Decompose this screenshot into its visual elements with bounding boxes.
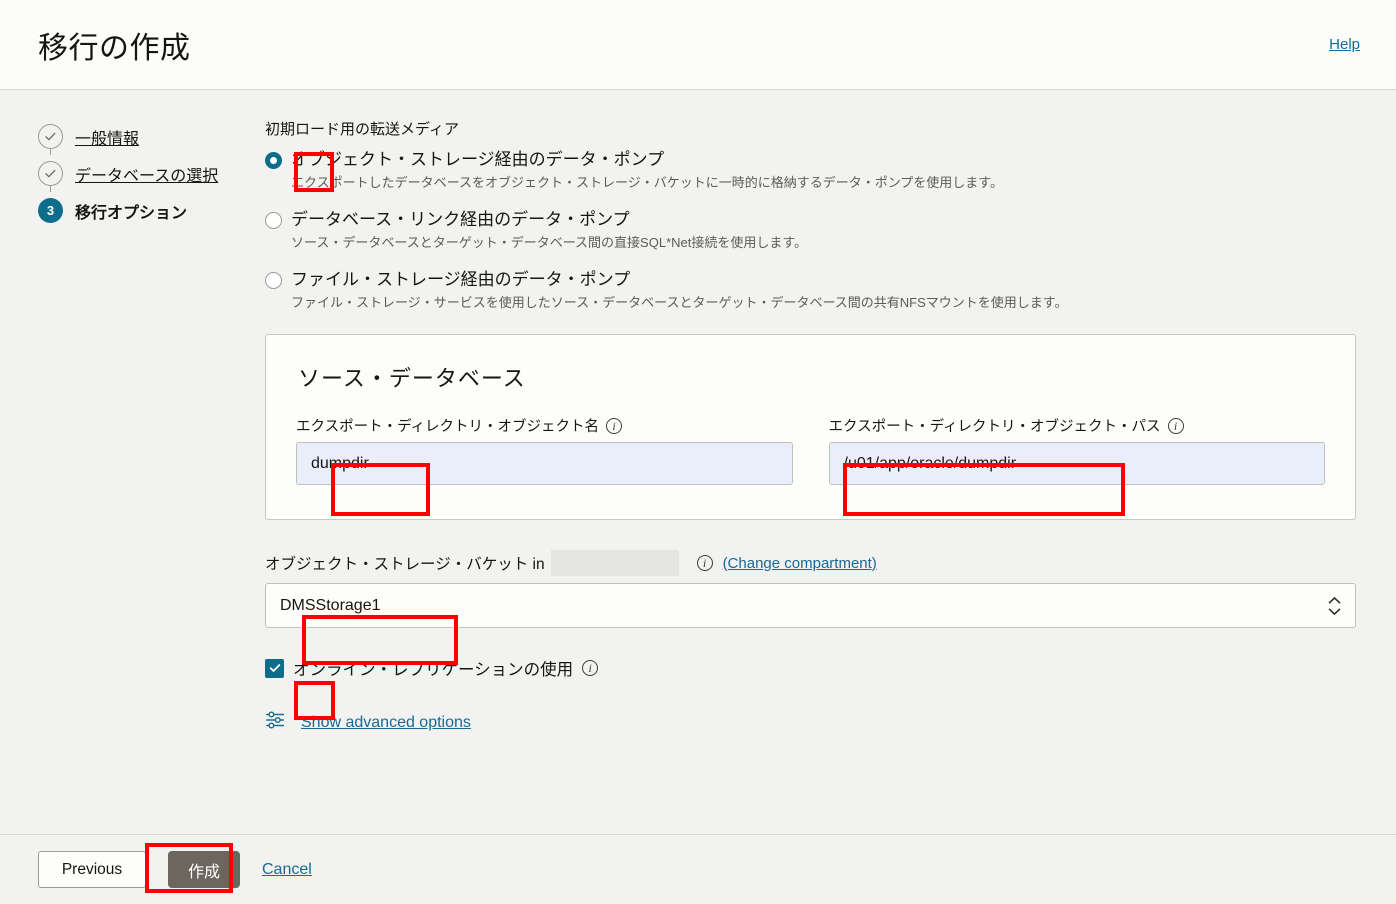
wizard-steps: 一般情報 データベースの選択 3 移行オプション — [0, 118, 265, 834]
radio-option-object-storage[interactable]: オブジェクト・ストレージ経由のデータ・ポンプ — [265, 148, 1356, 172]
online-replication-label: オンライン・レプリケーションの使用 — [293, 656, 573, 680]
sidebar-item-migration-options[interactable]: 3 移行オプション — [38, 192, 265, 229]
field-label: エクスポート・ディレクトリ・オブジェクト・パス — [829, 415, 1161, 436]
radio-description: ソース・データベースとターゲット・データベース間の直接SQL*Net接続を使用し… — [291, 234, 1356, 252]
previous-button[interactable]: Previous — [38, 851, 146, 888]
radio-option-database-link[interactable]: データベース・リンク経由のデータ・ポンプ — [265, 208, 1356, 232]
sidebar-item-label: 一般情報 — [75, 125, 139, 149]
sidebar-item-general-info[interactable]: 一般情報 — [38, 118, 265, 155]
sidebar-item-label: 移行オプション — [75, 199, 187, 223]
field-label-wrapper: エクスポート・ディレクトリ・オブジェクト名 i — [296, 415, 793, 436]
sidebar-item-label: データベースの選択 — [75, 162, 218, 186]
page-header: 移行の作成 Help — [0, 0, 1396, 90]
export-directory-object-path-field: エクスポート・ディレクトリ・オブジェクト・パス i — [829, 415, 1326, 485]
field-label: エクスポート・ディレクトリ・オブジェクト名 — [296, 415, 599, 436]
field-label-wrapper: エクスポート・ディレクトリ・オブジェクト・パス i — [829, 415, 1326, 436]
migration-options-form: 初期ロード用の転送メディア オブジェクト・ストレージ経由のデータ・ポンプ エクス… — [265, 118, 1396, 834]
info-icon[interactable]: i — [582, 660, 598, 676]
cancel-link[interactable]: Cancel — [262, 861, 312, 879]
page-title: 移行の作成 — [38, 23, 191, 67]
radio-option-file-storage[interactable]: ファイル・ストレージ経由のデータ・ポンプ — [265, 268, 1356, 292]
wizard-body: 一般情報 データベースの選択 3 移行オプション 初期ロード用の転送メディア オ… — [0, 90, 1396, 834]
online-replication-row[interactable]: オンライン・レプリケーションの使用 i — [265, 656, 1356, 680]
chevron-updown-icon — [1328, 596, 1341, 615]
step-number-badge: 3 — [38, 198, 63, 223]
info-icon[interactable]: i — [697, 555, 713, 571]
radio-button-file-storage[interactable] — [265, 272, 282, 289]
sliders-icon — [265, 709, 287, 736]
transfer-media-section-title: 初期ロード用の転送メディア — [265, 118, 1356, 139]
change-compartment-link[interactable]: (Change compartment) — [723, 555, 877, 572]
export-directory-object-name-field: エクスポート・ディレクトリ・オブジェクト名 i — [296, 415, 793, 485]
info-icon[interactable]: i — [1168, 418, 1184, 434]
compartment-name-redacted — [551, 550, 679, 576]
radio-label: ファイル・ストレージ経由のデータ・ポンプ — [291, 268, 630, 292]
bucket-select-value: DMSStorage1 — [280, 597, 381, 615]
bucket-label-row: オブジェクト・ストレージ・バケット in i (Change compartme… — [265, 550, 1356, 576]
export-directory-object-path-input[interactable] — [829, 442, 1326, 485]
export-directory-object-name-input[interactable] — [296, 442, 793, 485]
sidebar-item-select-database[interactable]: データベースの選択 — [38, 155, 265, 192]
radio-button-database-link[interactable] — [265, 212, 282, 229]
radio-description: ファイル・ストレージ・サービスを使用したソース・データベースとターゲット・データ… — [291, 294, 1356, 312]
bucket-label: オブジェクト・ストレージ・バケット in — [265, 552, 545, 574]
check-circle-icon — [38, 124, 63, 149]
radio-label: オブジェクト・ストレージ経由のデータ・ポンプ — [291, 148, 664, 172]
online-replication-checkbox[interactable] — [265, 659, 284, 678]
advanced-options-row[interactable]: Show advanced options — [265, 709, 1356, 736]
info-icon[interactable]: i — [606, 418, 622, 434]
wizard-footer: Previous 作成 Cancel — [0, 834, 1396, 904]
panel-title: ソース・データベース — [298, 361, 1325, 393]
create-button[interactable]: 作成 — [168, 851, 240, 888]
source-database-panel: ソース・データベース エクスポート・ディレクトリ・オブジェクト名 i エクスポー… — [265, 334, 1356, 520]
source-database-fields: エクスポート・ディレクトリ・オブジェクト名 i エクスポート・ディレクトリ・オブ… — [296, 415, 1325, 485]
help-link[interactable]: Help — [1329, 36, 1360, 53]
check-circle-icon — [38, 161, 63, 186]
radio-description: エクスポートしたデータベースをオブジェクト・ストレージ・バケットに一時的に格納す… — [291, 174, 1356, 192]
bucket-select[interactable]: DMSStorage1 — [265, 583, 1356, 628]
radio-button-object-storage[interactable] — [265, 152, 282, 169]
show-advanced-options-link[interactable]: Show advanced options — [301, 714, 471, 732]
radio-label: データベース・リンク経由のデータ・ポンプ — [291, 208, 630, 232]
